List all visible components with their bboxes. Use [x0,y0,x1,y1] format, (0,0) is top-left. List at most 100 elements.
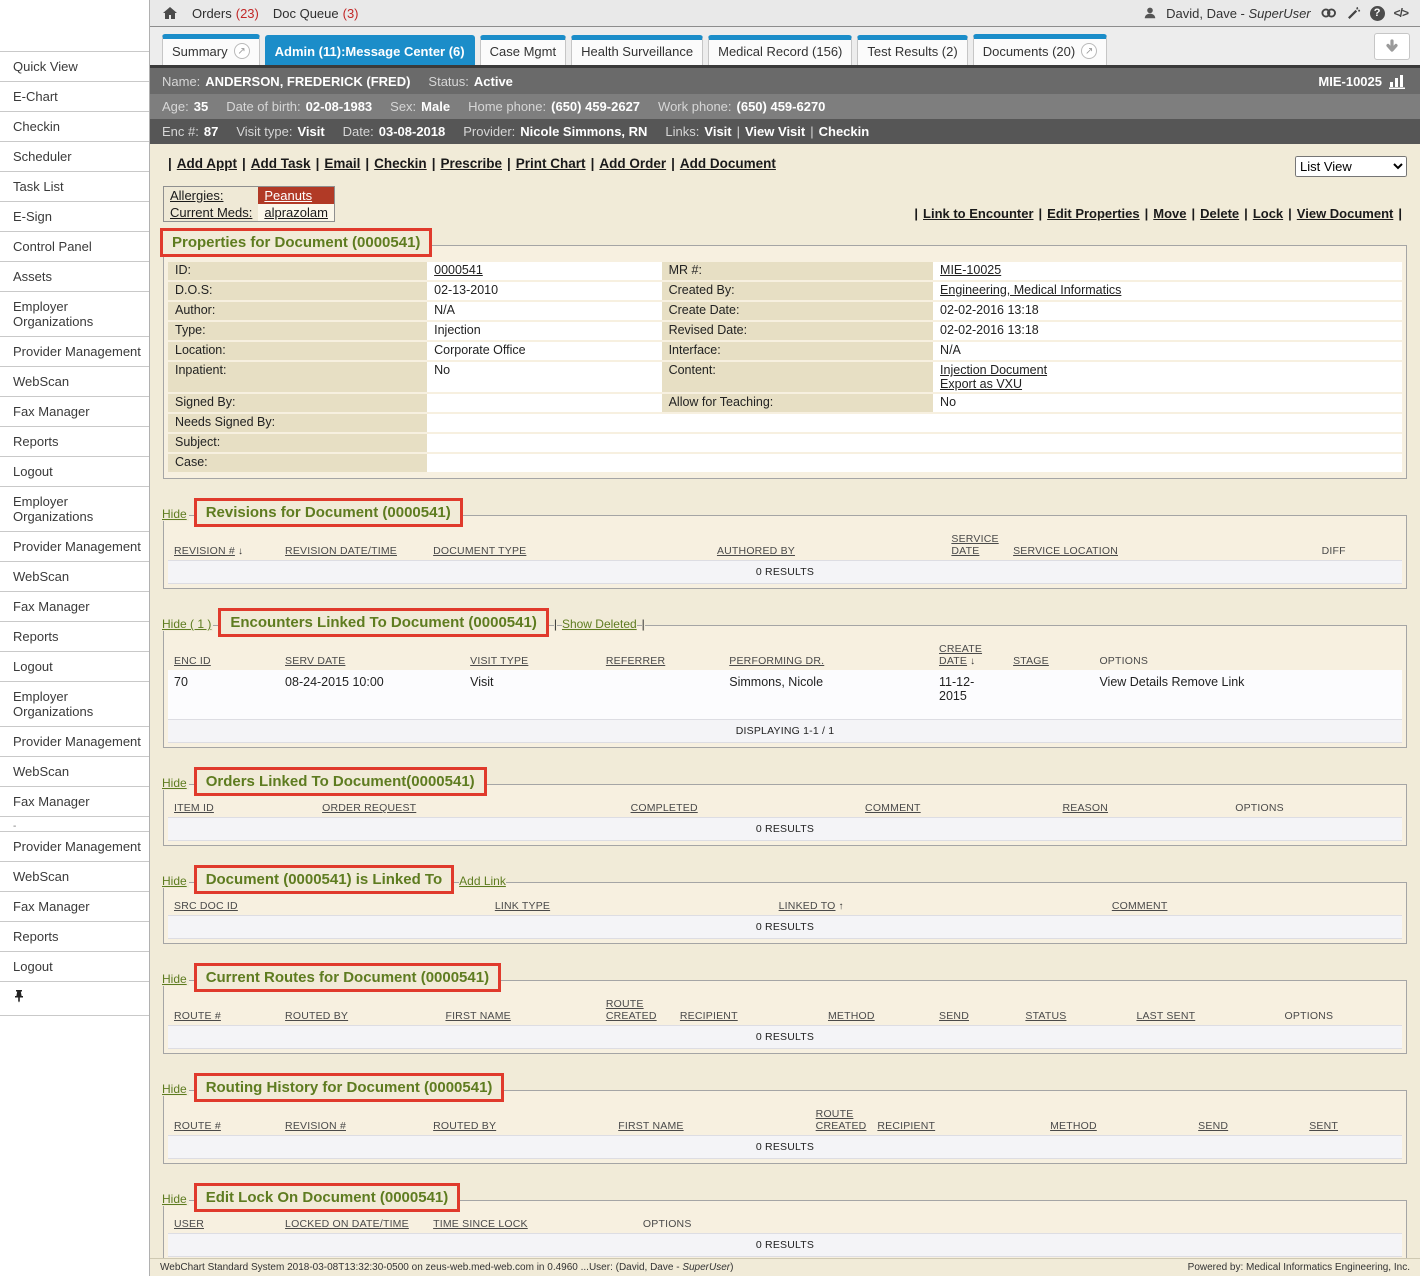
allergy-peanuts-link[interactable]: Peanuts [264,188,312,203]
sort-comment[interactable]: COMMENT [865,802,921,814]
sort-visit-type[interactable]: VISIT TYPE [470,655,528,667]
hide-edit-lock-link[interactable]: Hide [160,1192,189,1206]
sort-enc-id[interactable]: ENC ID [174,655,211,667]
sidebar-item-quick-view[interactable]: Quick View [0,52,149,82]
sort-create-date[interactable]: CREATE DATE [939,643,982,667]
lock-link[interactable]: Lock [1253,206,1283,221]
sidebar-item-assets[interactable]: Assets [0,262,149,292]
sort-user[interactable]: USER [174,1218,204,1230]
tab-test-results[interactable]: Test Results (2) [857,35,967,65]
delete-link[interactable]: Delete [1200,206,1239,221]
doc-id-link[interactable]: 0000541 [434,263,483,277]
sort-stage[interactable]: STAGE [1013,655,1049,667]
hide-orders-link[interactable]: Hide [160,776,189,790]
sort-routed-by[interactable]: ROUTED BY [433,1120,496,1132]
sort-time-since-lock[interactable]: TIME SINCE LOCK [433,1218,528,1230]
hide-routing-history-link[interactable]: Hide [160,1082,189,1096]
tab-documents[interactable]: Documents (20) ↗ [973,34,1107,65]
sort-route-number[interactable]: ROUTE # [174,1120,221,1132]
print-chart-link[interactable]: Print Chart [516,156,586,171]
sidebar-item-reports[interactable]: Reports [0,427,149,457]
sidebar-item-employer-organizations-2[interactable]: Employer Organizations [0,487,149,532]
sort-src-doc-id[interactable]: SRC DOC ID [174,900,238,912]
view-document-link[interactable]: View Document [1297,206,1394,221]
user-name[interactable]: David, Dave - SuperUser [1166,6,1311,21]
sidebar-item-webscan-2[interactable]: WebScan [0,562,149,592]
view-mode-select[interactable]: List View [1295,156,1407,177]
sort-recipient[interactable]: RECIPIENT [680,1010,738,1022]
sort-item-id[interactable]: ITEM ID [174,802,214,814]
add-document-link[interactable]: Add Document [680,156,776,171]
sidebar-item-logout-2[interactable]: Logout [0,652,149,682]
sidebar-item-reports-3[interactable]: Reports [0,922,149,952]
sort-comment[interactable]: COMMENT [1112,900,1168,912]
sort-method[interactable]: METHOD [828,1010,875,1022]
sidebar-item-provider-management[interactable]: Provider Management [0,337,149,367]
current-meds-label-link[interactable]: Current Meds: [170,205,252,220]
sort-authored-by[interactable]: AUTHORED BY [717,545,795,557]
download-button[interactable] [1374,33,1410,60]
move-link[interactable]: Move [1153,206,1186,221]
sort-document-type[interactable]: DOCUMENT TYPE [433,545,526,557]
sort-status[interactable]: STATUS [1025,1010,1066,1022]
sidebar-item-webscan[interactable]: WebScan [0,367,149,397]
sidebar-item-reports-2[interactable]: Reports [0,622,149,652]
sidebar-item-logout[interactable]: Logout [0,457,149,487]
sort-performing-dr[interactable]: PERFORMING DR. [729,655,824,667]
sort-service-date[interactable]: SERVICE DATE [951,533,998,557]
tab-admin-message-center[interactable]: Admin (11):Message Center (6) [265,35,475,65]
checkin-link[interactable]: Checkin [819,124,870,139]
hide-revisions-link[interactable]: Hide [160,507,189,521]
sidebar-item-employer-organizations-3[interactable]: Employer Organizations [0,682,149,727]
view-visit-link[interactable]: View Visit [745,124,805,139]
sort-routed-by[interactable]: ROUTED BY [285,1010,348,1022]
sort-reason[interactable]: REASON [1062,802,1108,814]
sort-route-created[interactable]: ROUTE CREATED [816,1108,867,1132]
sort-recipient[interactable]: RECIPIENT [877,1120,935,1132]
sidebar-item-fax-manager[interactable]: Fax Manager [0,397,149,427]
mr-number-link[interactable]: MIE-10025 [940,263,1001,277]
sidebar-item-fax-manager-4[interactable]: Fax Manager [0,892,149,922]
sort-method[interactable]: METHOD [1050,1120,1097,1132]
wand-icon[interactable] [1346,6,1361,21]
sidebar-item-logout-3[interactable]: Logout [0,952,149,982]
sidebar-item-scheduler[interactable]: Scheduler [0,142,149,172]
sidebar-item-provider-management-2[interactable]: Provider Management [0,532,149,562]
add-order-link[interactable]: Add Order [599,156,666,171]
link-icon[interactable] [1320,6,1337,20]
sidebar-item-e-chart[interactable]: E-Chart [0,82,149,112]
sort-sent[interactable]: SENT [1309,1120,1338,1132]
sort-referrer[interactable]: REFERRER [606,655,665,667]
allergies-label-link[interactable]: Allergies: [170,188,223,203]
hide-routes-link[interactable]: Hide [160,972,189,986]
home-icon[interactable] [162,6,178,20]
export-as-vxu-link[interactable]: Export as VXU [940,377,1395,391]
tab-case-mgmt[interactable]: Case Mgmt [480,35,566,65]
remove-link-link[interactable]: Remove Link [1171,675,1244,689]
show-deleted-link[interactable]: Show Deleted [562,617,637,631]
sort-send[interactable]: SEND [939,1010,969,1022]
sort-locked-on[interactable]: LOCKED ON DATE/TIME [285,1218,409,1230]
sort-route-created[interactable]: ROUTE CREATED [606,998,657,1022]
sort-send[interactable]: SEND [1198,1120,1228,1132]
sort-linked-to[interactable]: LINKED TO [779,900,836,912]
add-task-link[interactable]: Add Task [251,156,311,171]
visit-link[interactable]: Visit [704,124,731,139]
orders-link[interactable]: Orders (23) [192,6,259,21]
summary-popout-icon[interactable]: ↗ [234,43,250,59]
sort-serv-date[interactable]: SERV DATE [285,655,345,667]
sidebar-item-webscan-4[interactable]: WebScan [0,862,149,892]
add-appt-link[interactable]: Add Appt [177,156,237,171]
sidebar-item-control-panel[interactable]: Control Panel [0,232,149,262]
sidebar-item-provider-management-3[interactable]: Provider Management [0,727,149,757]
hide-linked-to-link[interactable]: Hide [160,874,189,888]
sort-revision-datetime[interactable]: REVISION DATE/TIME [285,545,397,557]
sidebar-item-fax-manager-3[interactable]: Fax Manager [0,787,149,817]
sidebar-item-checkin[interactable]: Checkin [0,112,149,142]
code-icon[interactable]: </> [1394,6,1408,20]
sort-first-name[interactable]: FIRST NAME [445,1010,510,1022]
sidebar-item-provider-management-4[interactable]: Provider Management [0,832,149,862]
sidebar-pin-row[interactable] [0,982,149,1016]
sort-last-sent[interactable]: LAST SENT [1136,1010,1195,1022]
sidebar-item-webscan-3[interactable]: WebScan [0,757,149,787]
